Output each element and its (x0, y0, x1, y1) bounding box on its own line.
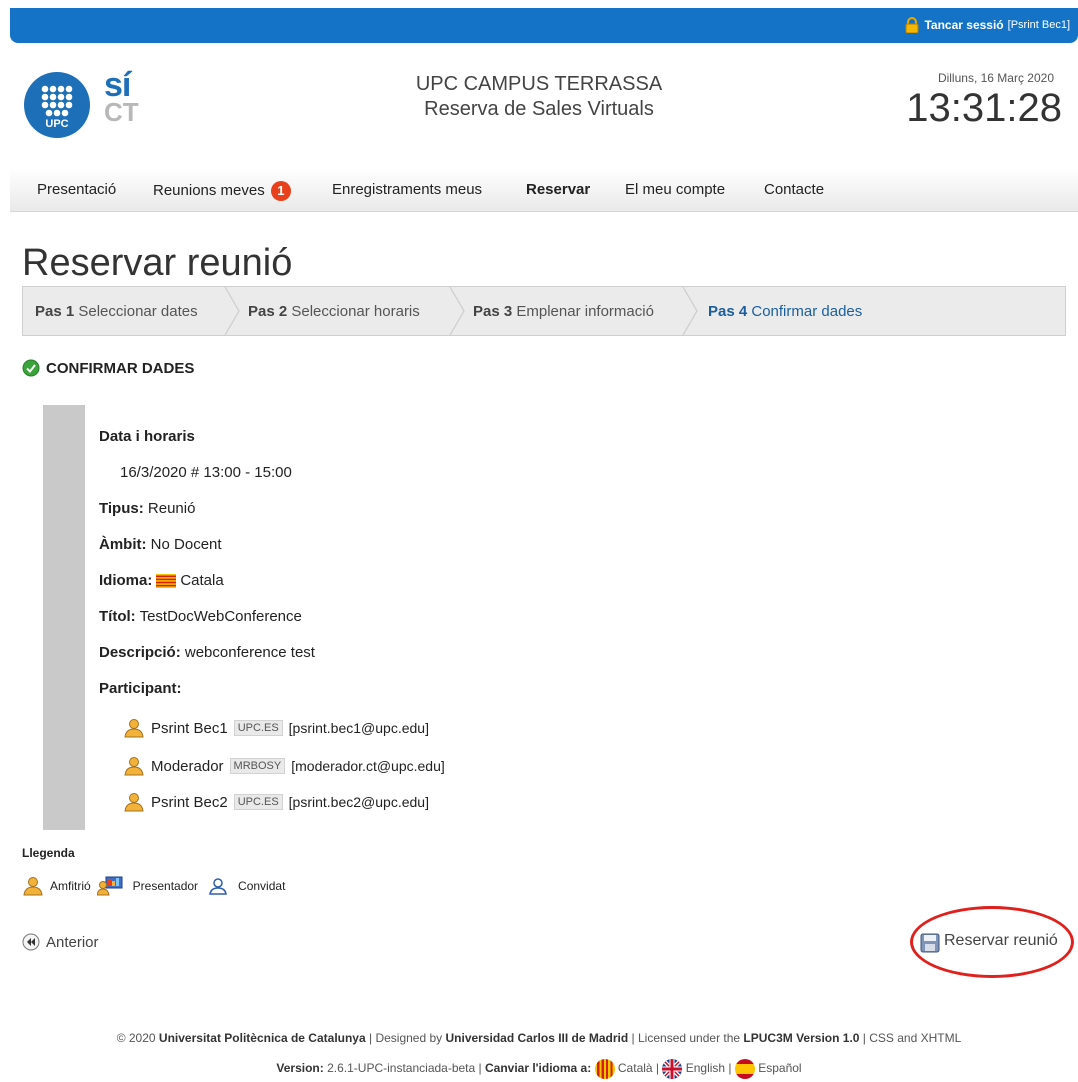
scope-field: Àmbit: No Docent (99, 536, 222, 553)
lang-catala-link[interactable]: Català (618, 1061, 653, 1075)
page-title: Reservar reunió (22, 242, 293, 284)
footer-license-link[interactable]: LPUC3M Version 1.0 (743, 1031, 859, 1045)
top-bar: Tancar sessió [Psrint Bec1] (10, 8, 1078, 43)
previous-button[interactable]: Anterior (22, 933, 99, 951)
lang-english-link[interactable]: English (686, 1061, 725, 1075)
participant-row: Psrint Bec1 UPC.ES [psrint.bec1@upc.edu] (123, 718, 429, 738)
guest-user-icon (209, 878, 227, 895)
notification-badge: 1 (270, 181, 291, 201)
lock-icon (905, 17, 919, 33)
presenter-icon (96, 876, 123, 896)
step-1[interactable]: Pas 1 Seleccionar dates (35, 303, 198, 320)
step-3[interactable]: Pas 3 Emplenar informació (473, 303, 654, 320)
domain-tag: UPC.ES (233, 720, 283, 736)
description-field: Descripció: webconference test (99, 644, 315, 661)
legend: Amfitrió Presentador Convidat (22, 876, 285, 896)
uk-flag-icon[interactable] (662, 1059, 683, 1079)
title-field: Títol: TestDocWebConference (99, 608, 302, 625)
dates-heading: Data i horaris (99, 428, 195, 445)
save-icon (920, 933, 940, 953)
chevron-right-icon (682, 287, 698, 335)
current-time: 13:31:28 (906, 86, 1062, 130)
footer-language: Version: 2.6.1-UPC-instanciada-beta | Ca… (0, 1059, 1078, 1079)
nav-item-reunions-meves[interactable]: Reunions meves 1 (153, 181, 291, 201)
host-user-icon (23, 877, 43, 896)
reserve-meeting-button[interactable]: Reservar reunió (920, 929, 1058, 953)
footer-designer-link[interactable]: Universidad Carlos III de Madrid (446, 1031, 629, 1045)
step-2[interactable]: Pas 2 Seleccionar horaris (248, 303, 420, 320)
participant-row: Psrint Bec2 UPC.ES [psrint.bec2@upc.edu] (123, 792, 429, 812)
host-user-icon (124, 719, 144, 738)
lang-espanol-link[interactable]: Español (758, 1061, 801, 1075)
host-user-icon (124, 793, 144, 812)
catalan-flag-icon (156, 573, 177, 588)
language-field: Idioma: Catala (99, 572, 224, 589)
participants-heading: Participant: (99, 680, 182, 697)
check-circle-icon (22, 359, 40, 377)
main-nav: Presentació Reunions meves 1 Enregistram… (10, 168, 1078, 212)
catalan-flag-icon[interactable] (594, 1059, 615, 1079)
type-field: Tipus: Reunió (99, 500, 196, 517)
logout-label[interactable]: Tancar sessió (924, 18, 1003, 32)
user-label: [Psrint Bec1] (1007, 19, 1070, 31)
spain-flag-icon[interactable] (734, 1059, 755, 1079)
step-4: Pas 4 Confirmar dades (708, 303, 863, 320)
wizard-steps: Pas 1 Seleccionar dates Pas 2 Selecciona… (22, 286, 1066, 336)
domain-tag: UPC.ES (233, 794, 283, 810)
logout-link[interactable]: Tancar sessió [Psrint Bec1] (904, 17, 1070, 33)
nav-item-el-meu-compte[interactable]: El meu compte (625, 181, 725, 198)
nav-item-contacte[interactable]: Contacte (764, 181, 824, 198)
legend-title: Llegenda (22, 846, 75, 860)
nav-item-presentacio[interactable]: Presentació (37, 181, 116, 198)
details-side-bar (43, 405, 85, 830)
section-title: CONFIRMAR DADES (22, 359, 194, 377)
footer-credits: © 2020 Universitat Politècnica de Catalu… (116, 1031, 962, 1045)
host-user-icon (124, 757, 144, 776)
participant-row: Moderador MRBOSY [moderador.ct@upc.edu] (123, 756, 445, 776)
footer-university-link[interactable]: Universitat Politècnica de Catalunya (159, 1031, 366, 1045)
chevron-right-icon (224, 287, 240, 335)
domain-tag: MRBOSY (229, 758, 286, 774)
nav-item-reservar[interactable]: Reservar (526, 181, 590, 198)
nav-item-enregistraments[interactable]: Enregistraments meus (332, 181, 482, 198)
dates-value: 16/3/2020 # 13:00 - 15:00 (120, 464, 292, 481)
rewind-icon (22, 933, 40, 951)
current-date: Dilluns, 16 Març 2020 (937, 71, 1054, 85)
chevron-right-icon (449, 287, 465, 335)
